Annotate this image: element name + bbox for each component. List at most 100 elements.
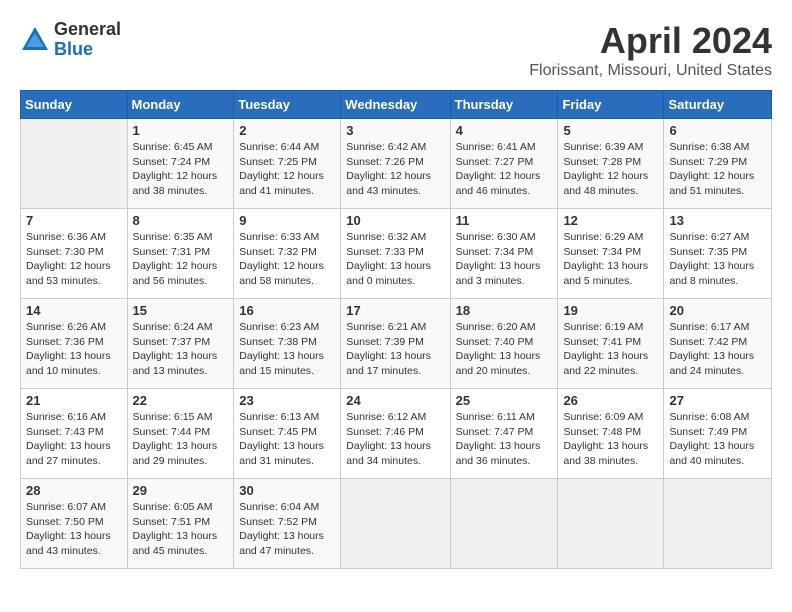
sunset: Sunset: 7:50 PM [26, 516, 104, 528]
daylight: Daylight: 13 hours and 3 minutes. [456, 260, 541, 287]
calendar-day-cell [558, 479, 664, 569]
logo-text: General Blue [54, 20, 121, 60]
sunset: Sunset: 7:26 PM [346, 156, 424, 168]
sunrise: Sunrise: 6:33 AM [239, 231, 319, 243]
calendar-day-cell: 5 Sunrise: 6:39 AM Sunset: 7:28 PM Dayli… [558, 119, 664, 209]
calendar-week-row: 7 Sunrise: 6:36 AM Sunset: 7:30 PM Dayli… [21, 209, 772, 299]
sunset: Sunset: 7:42 PM [669, 336, 747, 348]
calendar-day-cell: 21 Sunrise: 6:16 AM Sunset: 7:43 PM Dayl… [21, 389, 128, 479]
calendar-day-cell: 3 Sunrise: 6:42 AM Sunset: 7:26 PM Dayli… [341, 119, 450, 209]
daylight: Daylight: 12 hours and 58 minutes. [239, 260, 324, 287]
sunrise: Sunrise: 6:45 AM [133, 141, 213, 153]
sunset: Sunset: 7:37 PM [133, 336, 211, 348]
day-of-week-header: Monday [127, 91, 234, 119]
day-number: 19 [563, 303, 658, 318]
day-number: 13 [669, 213, 766, 228]
day-info: Sunrise: 6:19 AM Sunset: 7:41 PM Dayligh… [563, 320, 658, 379]
day-info: Sunrise: 6:29 AM Sunset: 7:34 PM Dayligh… [563, 230, 658, 289]
day-info: Sunrise: 6:38 AM Sunset: 7:29 PM Dayligh… [669, 140, 766, 199]
day-of-week-header: Thursday [450, 91, 558, 119]
calendar-day-cell: 8 Sunrise: 6:35 AM Sunset: 7:31 PM Dayli… [127, 209, 234, 299]
day-number: 11 [456, 213, 553, 228]
calendar-day-cell: 9 Sunrise: 6:33 AM Sunset: 7:32 PM Dayli… [234, 209, 341, 299]
logo-general: General [54, 20, 121, 40]
daylight: Daylight: 13 hours and 27 minutes. [26, 440, 111, 467]
day-info: Sunrise: 6:39 AM Sunset: 7:28 PM Dayligh… [563, 140, 658, 199]
calendar-day-cell: 29 Sunrise: 6:05 AM Sunset: 7:51 PM Dayl… [127, 479, 234, 569]
month-title: April 2024 [529, 20, 772, 62]
day-info: Sunrise: 6:45 AM Sunset: 7:24 PM Dayligh… [133, 140, 229, 199]
sunset: Sunset: 7:35 PM [669, 246, 747, 258]
calendar-day-cell: 14 Sunrise: 6:26 AM Sunset: 7:36 PM Dayl… [21, 299, 128, 389]
sunrise: Sunrise: 6:32 AM [346, 231, 426, 243]
calendar-week-row: 28 Sunrise: 6:07 AM Sunset: 7:50 PM Dayl… [21, 479, 772, 569]
day-info: Sunrise: 6:11 AM Sunset: 7:47 PM Dayligh… [456, 410, 553, 469]
daylight: Daylight: 13 hours and 8 minutes. [669, 260, 754, 287]
daylight: Daylight: 12 hours and 41 minutes. [239, 170, 324, 197]
sunset: Sunset: 7:44 PM [133, 426, 211, 438]
daylight: Daylight: 13 hours and 10 minutes. [26, 350, 111, 377]
sunrise: Sunrise: 6:42 AM [346, 141, 426, 153]
calendar-week-row: 21 Sunrise: 6:16 AM Sunset: 7:43 PM Dayl… [21, 389, 772, 479]
logo: General Blue [20, 20, 121, 60]
sunset: Sunset: 7:34 PM [456, 246, 534, 258]
calendar-day-cell: 27 Sunrise: 6:08 AM Sunset: 7:49 PM Dayl… [664, 389, 772, 479]
calendar-day-cell: 10 Sunrise: 6:32 AM Sunset: 7:33 PM Dayl… [341, 209, 450, 299]
day-number: 3 [346, 123, 444, 138]
sunrise: Sunrise: 6:36 AM [26, 231, 106, 243]
sunrise: Sunrise: 6:39 AM [563, 141, 643, 153]
daylight: Daylight: 13 hours and 22 minutes. [563, 350, 648, 377]
day-info: Sunrise: 6:04 AM Sunset: 7:52 PM Dayligh… [239, 500, 335, 559]
calendar-day-cell: 22 Sunrise: 6:15 AM Sunset: 7:44 PM Dayl… [127, 389, 234, 479]
calendar-header-row: SundayMondayTuesdayWednesdayThursdayFrid… [21, 91, 772, 119]
day-number: 5 [563, 123, 658, 138]
calendar-day-cell [450, 479, 558, 569]
calendar-day-cell: 23 Sunrise: 6:13 AM Sunset: 7:45 PM Dayl… [234, 389, 341, 479]
daylight: Daylight: 13 hours and 47 minutes. [239, 530, 324, 557]
daylight: Daylight: 13 hours and 15 minutes. [239, 350, 324, 377]
daylight: Daylight: 12 hours and 56 minutes. [133, 260, 218, 287]
calendar-day-cell: 11 Sunrise: 6:30 AM Sunset: 7:34 PM Dayl… [450, 209, 558, 299]
day-info: Sunrise: 6:07 AM Sunset: 7:50 PM Dayligh… [26, 500, 122, 559]
calendar-day-cell: 1 Sunrise: 6:45 AM Sunset: 7:24 PM Dayli… [127, 119, 234, 209]
day-of-week-header: Saturday [664, 91, 772, 119]
daylight: Daylight: 13 hours and 13 minutes. [133, 350, 218, 377]
sunset: Sunset: 7:47 PM [456, 426, 534, 438]
title-block: April 2024 Florissant, Missouri, United … [529, 20, 772, 80]
calendar-day-cell [664, 479, 772, 569]
calendar-day-cell: 20 Sunrise: 6:17 AM Sunset: 7:42 PM Dayl… [664, 299, 772, 389]
sunrise: Sunrise: 6:44 AM [239, 141, 319, 153]
calendar-day-cell: 30 Sunrise: 6:04 AM Sunset: 7:52 PM Dayl… [234, 479, 341, 569]
logo-blue: Blue [54, 40, 121, 60]
day-info: Sunrise: 6:12 AM Sunset: 7:46 PM Dayligh… [346, 410, 444, 469]
daylight: Daylight: 12 hours and 48 minutes. [563, 170, 648, 197]
daylight: Daylight: 13 hours and 40 minutes. [669, 440, 754, 467]
day-number: 7 [26, 213, 122, 228]
daylight: Daylight: 13 hours and 20 minutes. [456, 350, 541, 377]
day-info: Sunrise: 6:42 AM Sunset: 7:26 PM Dayligh… [346, 140, 444, 199]
day-number: 26 [563, 393, 658, 408]
sunset: Sunset: 7:31 PM [133, 246, 211, 258]
day-info: Sunrise: 6:36 AM Sunset: 7:30 PM Dayligh… [26, 230, 122, 289]
sunset: Sunset: 7:38 PM [239, 336, 317, 348]
daylight: Daylight: 12 hours and 43 minutes. [346, 170, 431, 197]
daylight: Daylight: 13 hours and 31 minutes. [239, 440, 324, 467]
sunrise: Sunrise: 6:41 AM [456, 141, 536, 153]
day-number: 2 [239, 123, 335, 138]
sunrise: Sunrise: 6:35 AM [133, 231, 213, 243]
calendar-day-cell: 18 Sunrise: 6:20 AM Sunset: 7:40 PM Dayl… [450, 299, 558, 389]
calendar-week-row: 14 Sunrise: 6:26 AM Sunset: 7:36 PM Dayl… [21, 299, 772, 389]
daylight: Daylight: 13 hours and 45 minutes. [133, 530, 218, 557]
calendar-day-cell: 26 Sunrise: 6:09 AM Sunset: 7:48 PM Dayl… [558, 389, 664, 479]
sunset: Sunset: 7:49 PM [669, 426, 747, 438]
sunrise: Sunrise: 6:29 AM [563, 231, 643, 243]
sunrise: Sunrise: 6:11 AM [456, 411, 535, 423]
day-number: 20 [669, 303, 766, 318]
daylight: Daylight: 12 hours and 38 minutes. [133, 170, 218, 197]
sunset: Sunset: 7:36 PM [26, 336, 104, 348]
calendar-day-cell: 28 Sunrise: 6:07 AM Sunset: 7:50 PM Dayl… [21, 479, 128, 569]
day-info: Sunrise: 6:15 AM Sunset: 7:44 PM Dayligh… [133, 410, 229, 469]
sunset: Sunset: 7:41 PM [563, 336, 641, 348]
day-info: Sunrise: 6:16 AM Sunset: 7:43 PM Dayligh… [26, 410, 122, 469]
sunrise: Sunrise: 6:30 AM [456, 231, 536, 243]
